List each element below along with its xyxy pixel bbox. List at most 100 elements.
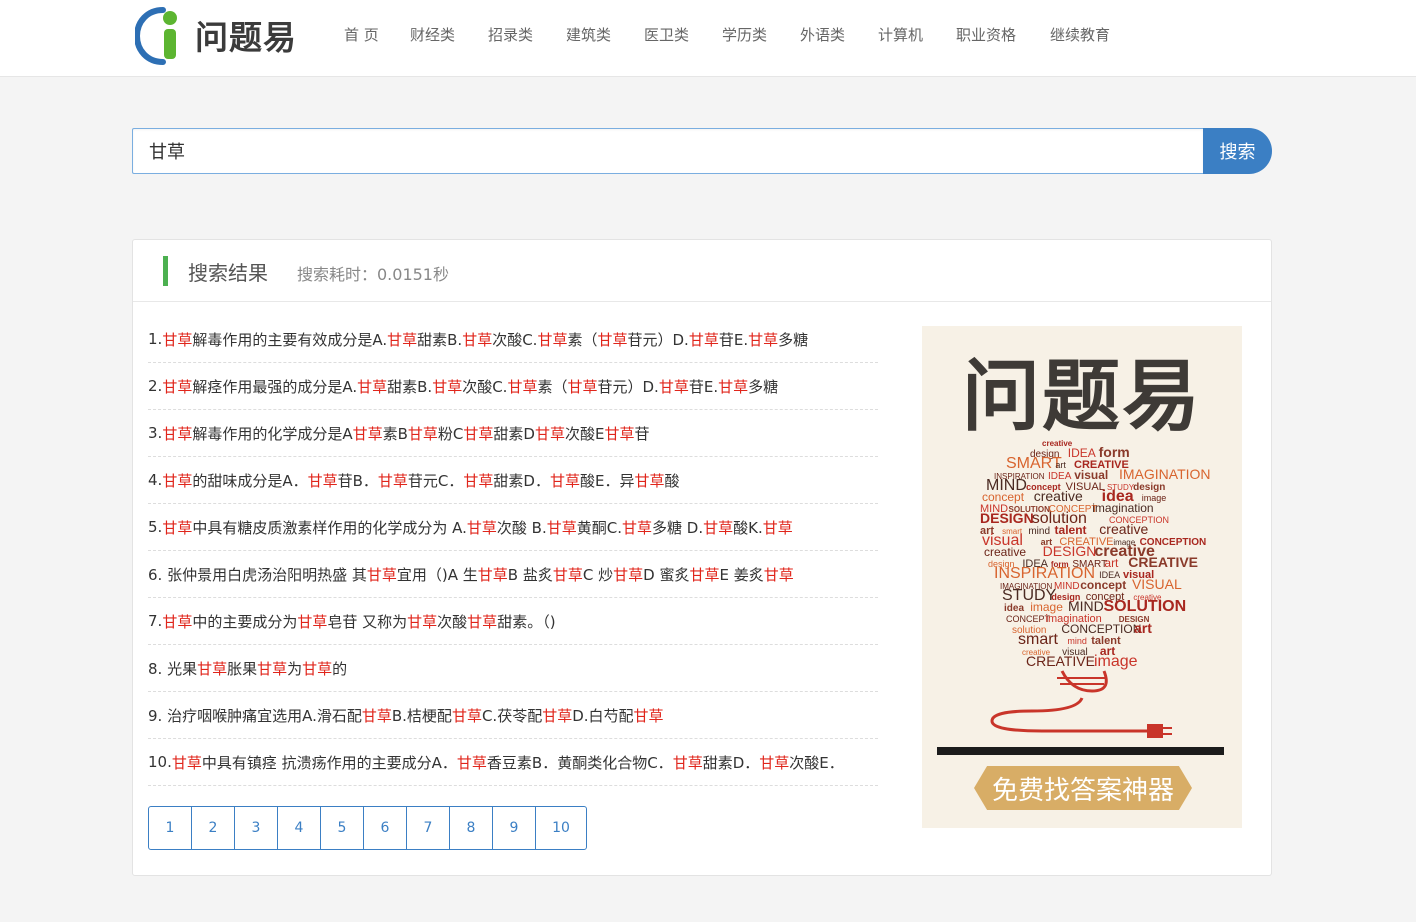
result-text: 次酸 [437,612,468,631]
result-text: C.茯苓配 [481,706,543,725]
site-logo[interactable]: 问题易 [135,2,297,68]
result-item[interactable]: 10. 甘草 中具有镇痉 抗溃疡作用的主要成分A． 甘草 香豆素B．黄酮类化合物C．甘… [148,739,878,786]
nav-item[interactable]: 财经类 [410,24,455,45]
result-highlight: 甘草 [361,706,392,725]
nav-item[interactable]: 外语类 [800,24,845,45]
result-text: 苷 [634,424,650,443]
result-highlight: 甘草 [162,612,193,631]
result-item[interactable]: 9. 治疗咽喉肿痛宜选用A.滑石配 甘草 B.桔梗配 甘草 C.茯苓配 甘草 D.白芍配 甘草 [148,692,878,739]
result-highlight: 甘草 [197,659,228,678]
nav-item[interactable]: 计算机 [878,24,923,45]
result-text: 粉C [437,424,464,443]
header-marker [163,256,168,286]
result-item[interactable]: 1. 甘草 解毒作用的主要有效成分是A. 甘草 甜素B. 甘草 次酸C. 甘草 素（ 甘草 苷元）… [148,316,878,363]
word-cloud-text: design [1133,482,1165,493]
nav-item[interactable]: 职业资格 [956,24,1016,45]
nav-item[interactable]: 招录类 [488,24,533,45]
result-text: 解毒作用的主要有效成分是A. [192,330,388,349]
result-text: 的 [332,659,348,678]
result-item[interactable]: 8. 光果 甘草 胀果 甘草为甘草的 [148,645,878,692]
result-item[interactable]: 7. 甘草 中的主要成分为 甘草 皂苷 又称为 甘草 次酸 甘草 甜素。（) [148,598,878,645]
word-cloud-text: CREATIVE [1026,653,1095,669]
nav-item[interactable]: 学历类 [722,24,767,45]
nav-item[interactable]: 建筑类 [566,24,611,45]
nav-item[interactable]: 医卫类 [644,24,689,45]
result-highlight: 甘草 [634,471,665,490]
lightbulb-head-icon: creativedesign IDEA formSMARTart CREATIVEIN… [980,439,1211,738]
result-highlight: 甘草 [387,330,418,349]
result-highlight: 甘草 [718,377,749,396]
result-highlight: 甘草 [703,518,734,537]
result-highlight: 甘草 [407,424,438,443]
result-highlight: 甘草 [507,377,538,396]
result-text: 次酸E． [789,753,844,772]
result-text: 苷E. [718,330,749,349]
result-text: 7. [148,612,163,630]
nav-item[interactable]: 首 页 [344,24,379,45]
result-highlight: 甘草 [567,377,598,396]
top-bar: 问题易 首 页 财经类 招录类 建筑类 医卫类 学历类 外语类 计算机 职业资格 继续教育 [0,0,1416,77]
result-text: 多糖 [748,377,779,396]
result-text: 甜素D [493,424,535,443]
result-highlight: 甘草 [604,424,635,443]
page-link[interactable]: 3 [235,807,278,849]
result-text: 素B [382,424,408,443]
ad-banner[interactable]: 问题易 creative design IDEA form SMART art CREATI… [922,326,1242,828]
page-link[interactable]: 8 [450,807,493,849]
page-link[interactable]: 10 [536,807,586,849]
word-cloud-text: imagination [1092,501,1153,515]
result-text: 解痉作用最强的成分是A. [192,377,358,396]
result-text: 甜素D． [702,753,760,772]
nav-item[interactable]: 继续教育 [1050,24,1110,45]
result-item[interactable]: 5. 甘草 中具有糖皮质激素样作用的化学成分为 A. 甘草 次酸 B. 甘草 黄酮C. 甘草… [148,504,878,551]
word-cloud-text: creative [1099,521,1148,537]
result-item[interactable]: 4. 甘草 的甜味成分是A． 甘草 苷B． 甘草 苷元C． 甘草 甜素D． 甘草 酸E．异 甘草酸 [148,457,878,504]
result-item[interactable]: 3. 甘草 解毒作用的化学成分是A 甘草 素B 甘草 粉C 甘草 甜素D 甘草 次酸E 甘… [148,410,878,457]
result-highlight: 甘草 [759,753,790,772]
result-text: 甜素D． [493,471,550,490]
result-text: B 盐炙 [507,565,553,584]
result-text: 多糖 D. [652,518,704,537]
result-text: C 炒 [582,565,614,584]
result-highlight: 甘草 [537,330,568,349]
result-highlight: 甘草 [477,565,508,584]
result-highlight: 甘草 [357,377,388,396]
result-text: 次酸C. [492,330,538,349]
result-highlight: 甘草 [658,377,689,396]
result-text: 解毒作用的化学成分是A [192,424,353,443]
result-highlight: 甘草 [162,518,193,537]
result-text: 甜素B. [417,330,463,349]
word-cloud-text: SOLUTION [1103,598,1186,615]
result-highlight: 甘草 [621,518,652,537]
result-highlight: 甘草 [613,565,644,584]
result-highlight: 甘草 [689,565,720,584]
word-cloud-text: creative [1034,488,1083,504]
word-cloud-text: image [1094,653,1138,670]
page-link[interactable]: 4 [278,807,321,849]
search-input[interactable] [132,128,1203,174]
result-text: 次酸C. [462,377,508,396]
result-item[interactable]: 6. 张仲景用白虎汤治阳明热盛 其甘草 宜用（)A 生甘草 B 盐炙 甘草 C 炒甘草 D… [148,551,878,598]
page-link[interactable]: 9 [493,807,536,849]
page-link[interactable]: 2 [192,807,235,849]
result-highlight: 甘草 [672,753,703,772]
result-item[interactable]: 2. 甘草 解痉作用最强的成分是A. 甘草 甜素B. 甘草 次酸C. 甘草 素（ 甘草 苷元）D.… [148,363,878,410]
page-link[interactable]: 7 [407,807,450,849]
result-text: 香豆素B．黄酮类化合物C． [486,753,673,772]
result-highlight: 甘草 [297,612,328,631]
page-link[interactable]: 6 [364,807,407,849]
word-cloud-text: MIND [1054,581,1080,592]
search-timing: 搜索耗时：0.0151秒 [297,265,449,284]
result-text: 苷元）D. [627,330,689,349]
page-link[interactable]: 1 [149,807,192,849]
result-text: 酸E．异 [580,471,635,490]
result-highlight: 甘草 [633,706,664,725]
word-cloud-text: mind [1028,526,1050,537]
result-text: 皂苷 又称为 [327,612,408,631]
result-text: 3. [148,424,163,442]
result-highlight: 甘草 [546,518,577,537]
search-button[interactable]: 搜索 [1203,128,1272,174]
result-text: 的甜味成分是A． [192,471,308,490]
page-link[interactable]: 5 [321,807,364,849]
result-text: 苷元）D. [597,377,659,396]
